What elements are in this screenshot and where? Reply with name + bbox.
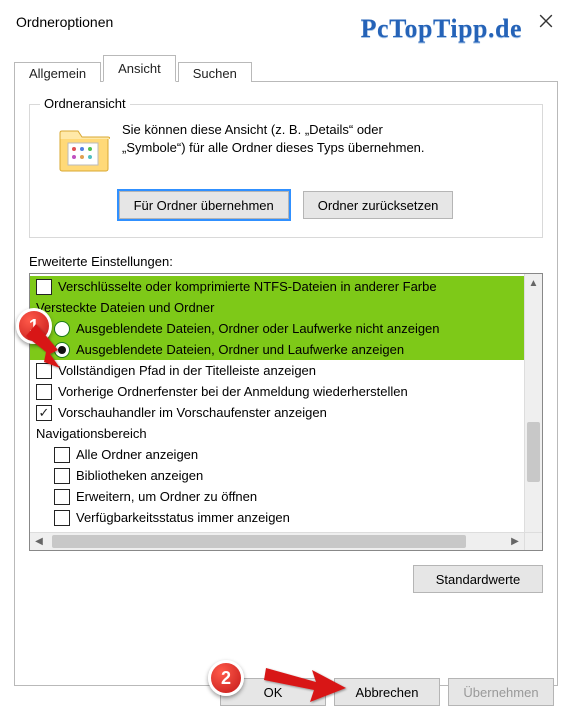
vertical-scrollbar[interactable]: ▲ ▼ [524,274,542,550]
hscroll-thumb[interactable] [52,535,466,548]
setting-item-label: Erweitern, um Ordner zu öffnen [76,489,257,504]
setting-item-label: Vorschauhandler im Vorschaufenster anzei… [58,405,327,420]
checkbox-icon[interactable] [36,405,52,421]
setting-item-6[interactable]: Vorschauhandler im Vorschaufenster anzei… [30,402,524,423]
setting-item-8[interactable]: Alle Ordner anzeigen [30,444,524,465]
checkbox-icon[interactable] [54,510,70,526]
scroll-left-icon[interactable]: ◀ [30,533,48,550]
setting-item-4[interactable]: Vollständigen Pfad in der Titelleiste an… [30,360,524,381]
reset-folders-button[interactable]: Ordner zurücksetzen [303,191,454,219]
advanced-settings-label: Erweiterte Einstellungen: [29,254,543,269]
apply-button[interactable]: Übernehmen [448,678,554,706]
restore-defaults-button[interactable]: Standardwerte [413,565,543,593]
setting-item-10[interactable]: Erweitern, um Ordner zu öffnen [30,486,524,507]
folder-view-group: Ordneransicht Sie können diese Ansicht (… [29,104,543,238]
checkbox-icon[interactable] [54,489,70,505]
checkbox-icon[interactable] [54,447,70,463]
desc-line1: Sie können diese Ansicht (z. B. „Details… [122,122,383,137]
horizontal-scrollbar[interactable]: ◀ ▶ [30,532,524,550]
tab-search[interactable]: Suchen [178,62,252,84]
tab-panel-view: Ordneransicht Sie können diese Ansicht (… [14,82,558,686]
setting-item-3[interactable]: Ausgeblendete Dateien, Ordner und Laufwe… [30,339,524,360]
radio-icon[interactable] [54,321,70,337]
setting-item-label: Bibliotheken anzeigen [76,468,203,483]
setting-item-label: Versteckte Dateien und Ordner [36,300,215,315]
ok-button[interactable]: OK [220,678,326,706]
tab-strip: Allgemein Ansicht Suchen [14,54,558,82]
scroll-up-icon[interactable]: ▲ [525,274,542,292]
advanced-settings-list: Verschlüsselte oder komprimierte NTFS-Da… [29,273,543,551]
setting-item-0[interactable]: Verschlüsselte oder komprimierte NTFS-Da… [30,276,524,297]
tab-view[interactable]: Ansicht [103,55,176,82]
setting-item-7: Navigationsbereich [30,423,524,444]
setting-item-label: Verfügbarkeitsstatus immer anzeigen [76,510,290,525]
folder-icon [58,125,110,177]
checkbox-icon[interactable] [36,363,52,379]
scroll-corner [524,532,542,550]
hscroll-track[interactable] [48,533,506,550]
checkbox-icon[interactable] [36,279,52,295]
setting-item-label: Vorherige Ordnerfenster bei der Anmeldun… [58,384,408,399]
checkbox-icon[interactable] [36,384,52,400]
close-button[interactable] [526,6,566,36]
setting-item-1: Versteckte Dateien und Ordner [30,297,524,318]
window-title: Ordneroptionen [16,14,113,30]
radio-icon[interactable] [54,342,70,358]
desc-line2: „Symbole“) für alle Ordner dieses Typs ü… [122,140,425,155]
scroll-right-icon[interactable]: ▶ [506,533,524,550]
tab-general[interactable]: Allgemein [14,62,101,84]
close-icon [539,14,553,28]
checkbox-icon[interactable] [54,468,70,484]
titlebar: Ordneroptionen PcTopTipp.de [0,0,572,44]
folder-view-description: Sie können diese Ansicht (z. B. „Details… [122,119,425,177]
setting-item-label: Ausgeblendete Dateien, Ordner oder Laufw… [76,321,440,336]
group-label: Ordneransicht [40,96,130,111]
setting-item-11[interactable]: Verfügbarkeitsstatus immer anzeigen [30,507,524,528]
setting-item-label: Alle Ordner anzeigen [76,447,198,462]
cancel-button[interactable]: Abbrechen [334,678,440,706]
setting-item-label: Verschlüsselte oder komprimierte NTFS-Da… [58,279,437,294]
setting-item-label: Navigationsbereich [36,426,147,441]
watermark-text: PcTopTipp.de [361,14,522,44]
setting-item-label: Vollständigen Pfad in der Titelleiste an… [58,363,316,378]
setting-item-label: Ausgeblendete Dateien, Ordner und Laufwe… [76,342,404,357]
setting-item-9[interactable]: Bibliotheken anzeigen [30,465,524,486]
scroll-track[interactable] [525,292,542,532]
setting-item-2[interactable]: Ausgeblendete Dateien, Ordner oder Laufw… [30,318,524,339]
apply-to-folders-button[interactable]: Für Ordner übernehmen [119,191,289,219]
setting-item-5[interactable]: Vorherige Ordnerfenster bei der Anmeldun… [30,381,524,402]
scroll-thumb[interactable] [527,422,540,482]
dialog-button-row: OK Abbrechen Übernehmen [220,678,554,706]
